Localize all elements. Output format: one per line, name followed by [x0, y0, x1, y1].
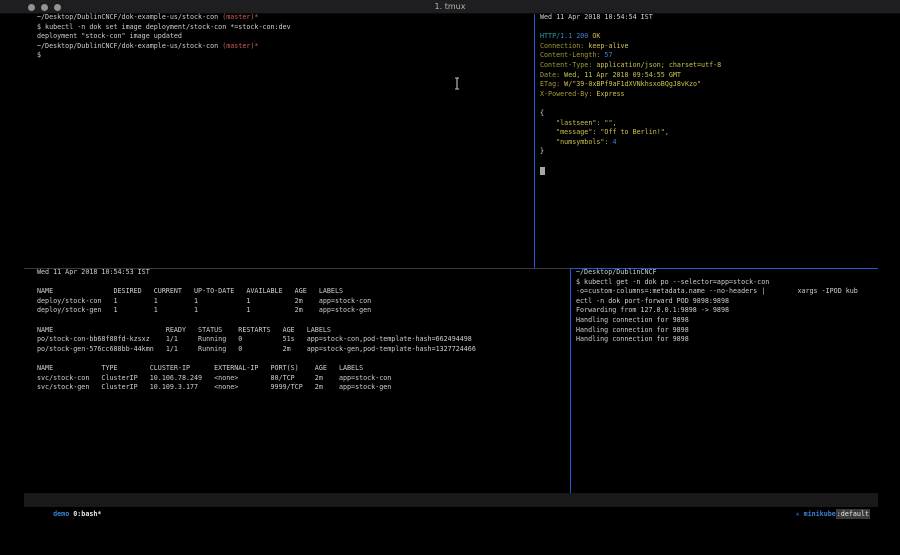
prompt-line: ~/Desktop/DublinCNCF: [576, 268, 858, 278]
http-header-line: Content-Length: 57: [540, 51, 721, 61]
table-row-pod: po/stock-con-bb68f88fd-kzsxz 1/1 Running…: [37, 335, 476, 345]
json-body-line: "lastseen": "",: [540, 119, 721, 129]
tmux-session-name: demo: [53, 510, 73, 518]
command-line: ectl -n dok port-forward POD 9898:9898: [576, 297, 858, 307]
table-row-service: svc/stock-gen ClusterIP 10.109.3.177 <no…: [37, 383, 476, 393]
table-header-deployments: NAME DESIRED CURRENT UP-TO-DATE AVAILABL…: [37, 287, 476, 297]
table-header-pods: NAME READY STATUS RESTARTS AGE LABELS: [37, 326, 476, 336]
http-header-line: X-Powered-By: Express: [540, 90, 721, 100]
window-title: 1. tmux: [0, 2, 900, 11]
json-body-line: "message": "Off to Berlin!",: [540, 128, 721, 138]
command-output-line: Handling connection for 9898: [576, 316, 858, 326]
kube-namespace-label: :default: [836, 509, 870, 519]
prompt-line: ~/Desktop/DublinCNCF/dok-example-us/stoc…: [37, 42, 291, 52]
table-row-service: svc/stock-con ClusterIP 10.106.78.249 <n…: [37, 374, 476, 384]
table-row-deployment: deploy/stock-gen 1 1 1 1 2m app=stock-ge…: [37, 306, 476, 316]
json-body-line: {: [540, 109, 721, 119]
window-title-bar: 1. tmux: [0, 0, 900, 14]
command-line: -o=custom-columns=:metadata.name --no-he…: [576, 287, 858, 297]
git-branch-label: (master)*: [222, 42, 258, 50]
terminal-cursor: [540, 167, 545, 175]
http-status-line: HTTP/1.1 200 OK: [540, 32, 721, 42]
table-header-services: NAME TYPE CLUSTER-IP EXTERNAL-IP PORT(S)…: [37, 364, 476, 374]
command-output-line: Handling connection for 9898: [576, 335, 858, 345]
http-header-line: Date: Wed, 11 Apr 2018 09:54:55 GMT: [540, 71, 721, 81]
tmux-window-tab[interactable]: 0:bash*: [73, 510, 101, 518]
table-row-deployment: deploy/stock-con 1 1 1 1 2m app=stock-co…: [37, 297, 476, 307]
timestamp-line: Wed 11 Apr 2018 10:54:53 IST: [37, 268, 476, 278]
http-header-line: Content-Type: application/json; charset=…: [540, 61, 721, 71]
pane-http-response[interactable]: Wed 11 Apr 2018 10:54:54 IST HTTP/1.1 20…: [540, 13, 721, 176]
pane-shell-kubectl-set-image[interactable]: ~/Desktop/DublinCNCF/dok-example-us/stoc…: [37, 13, 291, 61]
json-body-line: }: [540, 147, 721, 157]
json-body-line: "numsymbols": 4: [540, 138, 721, 148]
command-line: $ kubectl get -n dok po --selector=app=s…: [576, 278, 858, 288]
timestamp-line: Wed 11 Apr 2018 10:54:54 IST: [540, 13, 721, 23]
tmux-status-bar: demo 0:bash* ✳ minikube:default: [24, 493, 878, 507]
prompt-line: ~/Desktop/DublinCNCF/dok-example-us/stoc…: [37, 13, 291, 23]
command-line: $ kubectl -n dok set image deployment/st…: [37, 23, 291, 33]
mouse-ibeam-cursor: [453, 75, 461, 88]
git-branch-label: (master)*: [222, 13, 258, 21]
pane-port-forward[interactable]: ~/Desktop/DublinCNCF $ kubectl get -n do…: [576, 268, 858, 345]
command-output-line: Forwarding from 127.0.0.1:9898 -> 9898: [576, 306, 858, 316]
kube-context-label: minikube: [804, 510, 836, 518]
http-header-line: Connection: keep-alive: [540, 42, 721, 52]
kubernetes-helm-icon: ✳: [796, 510, 804, 518]
pane-divider-top-vertical[interactable]: [534, 14, 535, 268]
command-output-line: Handling connection for 9898: [576, 326, 858, 336]
command-output-line: deployment "stock-con" image updated: [37, 32, 291, 42]
prompt-line: $: [37, 51, 291, 61]
pane-divider-bottom-vertical[interactable]: [570, 269, 571, 493]
pane-kubectl-get-watch[interactable]: Wed 11 Apr 2018 10:54:53 IST NAME DESIRE…: [37, 268, 476, 393]
table-row-pod: po/stock-gen-576cc688bb-44kmn 1/1 Runnin…: [37, 345, 476, 355]
http-header-line: ETag: W/"39-0xBPf9aF1dXVNkhsxoBQgJ8vKzo": [540, 80, 721, 90]
